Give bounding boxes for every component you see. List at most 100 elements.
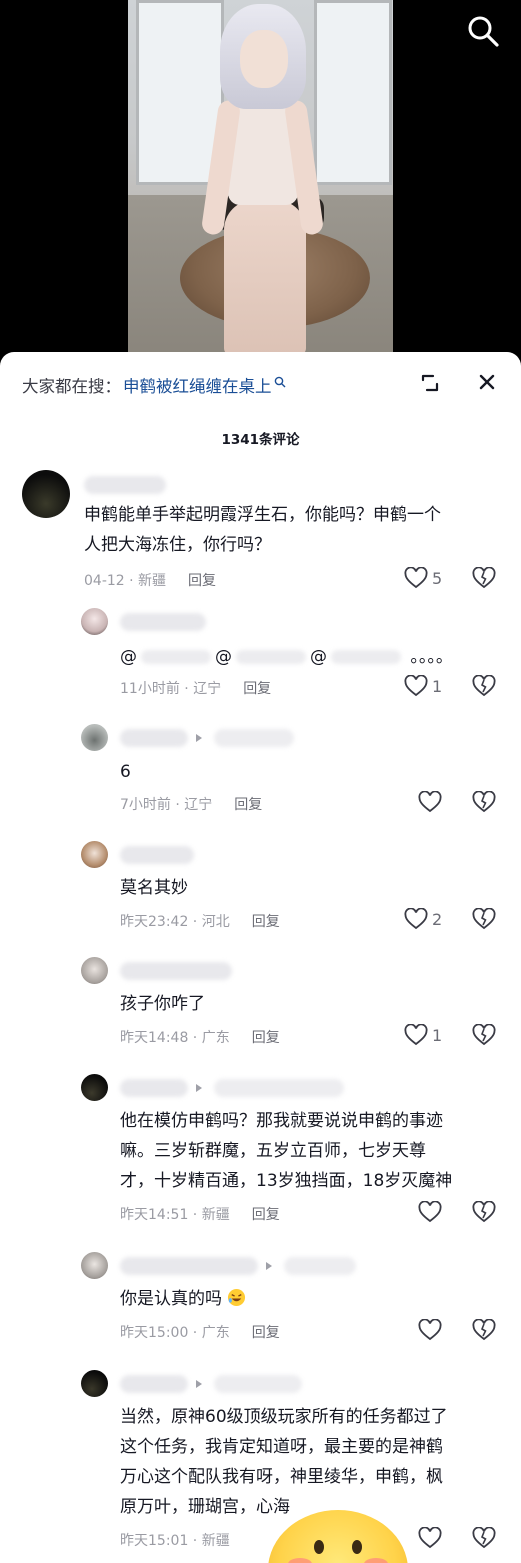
suggestion-query-link[interactable]: 申鹤被红绳缠在桌上 — [123, 373, 272, 397]
dislike-button[interactable] — [472, 1318, 496, 1343]
figure-face — [240, 30, 288, 88]
username-blurred[interactable] — [120, 729, 188, 747]
comment-text: 你是认真的吗 — [120, 1284, 246, 1314]
video-frame — [128, 0, 393, 356]
like-button[interactable] — [418, 1201, 442, 1223]
dislike-button[interactable] — [472, 790, 496, 815]
heart-icon — [404, 1024, 428, 1046]
reply-button[interactable]: 回复 — [243, 681, 271, 697]
dislike-button[interactable] — [472, 566, 496, 591]
emoji-eye — [314, 1540, 324, 1554]
username-blurred[interactable] — [120, 1375, 188, 1393]
dislike-button[interactable] — [472, 674, 496, 699]
like-button[interactable] — [418, 1527, 442, 1549]
emoji-blush — [364, 1558, 388, 1563]
comment-meta: 昨天14:48 · 广东 回复 — [120, 1030, 280, 1046]
reply-button[interactable]: 回复 — [252, 1030, 280, 1046]
comment-meta: 11小时前 · 辽宁 回复 — [120, 681, 272, 697]
heart-icon — [418, 1319, 442, 1341]
like-button[interactable]: 1 — [404, 675, 442, 697]
reply-button[interactable]: 回复 — [234, 797, 262, 813]
broken-heart-icon — [472, 1526, 496, 1549]
username-blurred[interactable] — [120, 846, 194, 864]
like-count: 5 — [432, 568, 443, 588]
heart-icon — [404, 675, 428, 697]
shrink-icon[interactable] — [418, 371, 442, 395]
avatar[interactable] — [81, 1074, 108, 1101]
reply-to-arrow-icon — [196, 734, 202, 742]
comment-text: 当然，原神60级顶级玩家所有的任务都过了 这个任务，我肯定知道呀，最主要的是神鹤… — [120, 1407, 448, 1517]
reply-button[interactable]: 回复 — [252, 1207, 280, 1223]
dislike-button[interactable] — [472, 1023, 496, 1048]
username-blurred[interactable] — [120, 613, 206, 631]
comment-text: 莫名其妙 — [120, 878, 188, 898]
avatar[interactable] — [81, 841, 108, 868]
comment-text: 6 — [120, 762, 131, 782]
like-count: 1 — [432, 1025, 443, 1045]
like-button[interactable]: 2 — [404, 908, 442, 930]
username-blurred[interactable] — [120, 1079, 188, 1097]
broken-heart-icon — [472, 1200, 496, 1223]
reply-button[interactable]: 回复 — [252, 1325, 280, 1341]
comment-meta: 04-12 · 新疆 回复 — [84, 573, 217, 589]
video-player[interactable] — [0, 0, 521, 356]
comment-sheet: 大家都在搜： 申鹤被红绳缠在桌上 1341条评论 申鹤能单手举起明霞浮生石，你能… — [0, 352, 521, 1563]
dislike-button[interactable] — [472, 1526, 496, 1551]
comment-meta: 7小时前 · 辽宁 回复 — [120, 797, 263, 813]
avatar[interactable] — [81, 1252, 108, 1279]
reply-target-blurred[interactable] — [214, 1079, 344, 1097]
broken-heart-icon — [472, 674, 496, 697]
comment-meta: 昨天23:42 · 河北 回复 — [120, 914, 280, 930]
comment-text: @ @ @ 。。。。 — [120, 647, 453, 667]
reply-button[interactable]: 回复 — [252, 914, 280, 930]
avatar[interactable] — [22, 470, 70, 518]
figure-legs — [224, 200, 306, 356]
avatar[interactable] — [81, 724, 108, 751]
broken-heart-icon — [472, 907, 496, 930]
reply-button[interactable]: 回复 — [188, 573, 216, 589]
window-right — [314, 0, 392, 185]
dislike-button[interactable] — [472, 1200, 496, 1225]
like-button[interactable]: 1 — [404, 1024, 442, 1046]
reply-to-arrow-icon — [196, 1380, 202, 1388]
reply-target-blurred[interactable] — [214, 729, 294, 747]
username-blurred[interactable] — [84, 476, 166, 494]
reply-target-blurred[interactable] — [214, 1375, 302, 1393]
broken-heart-icon — [472, 1318, 496, 1341]
comment-text: 孩子你咋了 — [120, 994, 205, 1014]
reply-to-arrow-icon — [266, 1262, 272, 1270]
heart-icon — [404, 567, 428, 589]
close-icon[interactable] — [474, 369, 500, 395]
broken-heart-icon — [472, 566, 496, 589]
avatar[interactable] — [81, 608, 108, 635]
small-search-icon — [274, 373, 286, 388]
like-count: 1 — [432, 676, 443, 696]
heart-icon — [418, 1201, 442, 1223]
comment-count: 1341条评论 — [221, 432, 300, 448]
comment-meta: 昨天15:00 · 广东 回复 — [120, 1325, 280, 1341]
like-count: 2 — [432, 909, 443, 929]
search-icon[interactable] — [466, 14, 500, 48]
search-suggestion[interactable]: 大家都在搜： 申鹤被红绳缠在桌上 — [22, 372, 286, 398]
username-blurred[interactable] — [120, 1257, 258, 1275]
comment-text: 申鹤能单手举起明霞浮生石，你能吗？申鹤一个 人把大海冻住，你行吗？ — [84, 505, 441, 555]
reply-to-arrow-icon — [196, 1084, 202, 1092]
reply-target-blurred[interactable] — [284, 1257, 356, 1275]
dislike-button[interactable] — [472, 907, 496, 932]
comment-meta: 昨天15:01 · 新疆 — [120, 1533, 230, 1549]
avatar[interactable] — [81, 957, 108, 984]
like-button[interactable]: 5 — [404, 567, 442, 589]
avatar[interactable] — [81, 1370, 108, 1397]
emoji-eye — [352, 1540, 362, 1554]
like-button[interactable] — [418, 1319, 442, 1341]
like-button[interactable] — [418, 791, 442, 813]
username-blurred[interactable] — [120, 962, 232, 980]
comment-text: 他在模仿申鹤吗？那我就要说说申鹤的事迹 嘛。三岁斩群魔，五岁立百师，七岁天尊 才… — [120, 1111, 453, 1191]
heart-icon — [404, 908, 428, 930]
heart-icon — [418, 791, 442, 813]
broken-heart-icon — [472, 790, 496, 813]
comment-meta: 昨天14:51 · 新疆 回复 — [120, 1207, 280, 1223]
heart-icon — [418, 1527, 442, 1549]
broken-heart-icon — [472, 1023, 496, 1046]
emoji-blush — [288, 1558, 312, 1563]
